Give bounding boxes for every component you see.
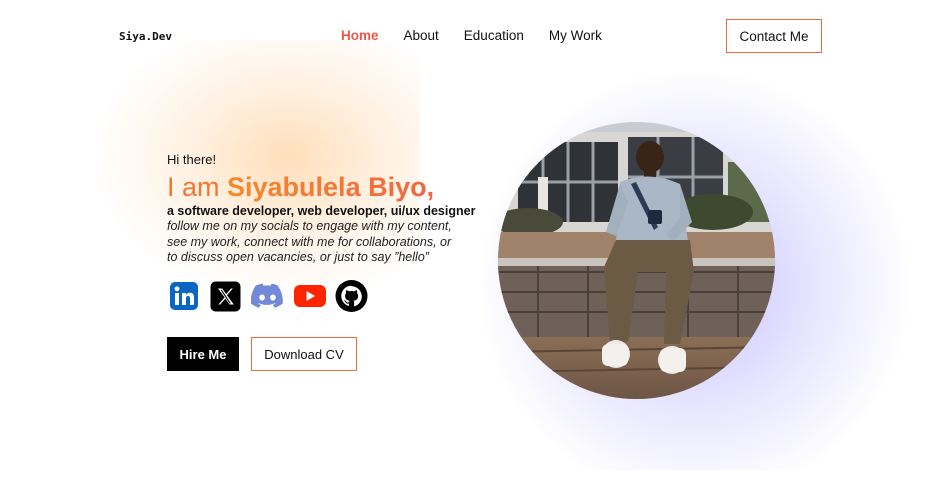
github-icon[interactable] — [335, 279, 368, 313]
headline-suffix: , — [426, 172, 435, 202]
nav-about[interactable]: About — [404, 28, 439, 43]
youtube-icon[interactable] — [293, 280, 326, 313]
hero-section: Hi there! I am Siyabulela Biyo, a softwa… — [167, 152, 497, 313]
greeting: Hi there! — [167, 152, 217, 167]
main-nav: Home About Education My Work — [341, 28, 627, 43]
discord-icon[interactable] — [251, 280, 284, 313]
social-links — [167, 279, 497, 313]
roles-text: a software developer, web developer, ui/… — [167, 204, 476, 218]
bio-line: see my work, connect with me for collabo… — [167, 234, 452, 249]
bio-line: follow me on my socials to engage with m… — [167, 219, 452, 233]
page-title: I am Siyabulela Biyo, — [167, 171, 497, 203]
nav-my-work[interactable]: My Work — [549, 28, 602, 43]
nav-education[interactable]: Education — [464, 28, 524, 43]
x-icon[interactable] — [209, 280, 242, 313]
linkedin-icon[interactable] — [167, 280, 200, 313]
hero-actions: Hire Me Download CV — [167, 337, 357, 371]
headline-prefix: I am — [167, 172, 228, 202]
hire-me-button[interactable]: Hire Me — [167, 337, 239, 371]
nav-home[interactable]: Home — [341, 28, 379, 43]
bio-text: follow me on my socials to engage with m… — [167, 219, 487, 266]
headline-name: Siyabulela Biyo — [227, 172, 427, 202]
bio-line: to discuss open vacancies, or just to sa… — [167, 250, 429, 264]
download-cv-button[interactable]: Download CV — [251, 337, 357, 371]
site-logo[interactable]: Siya.Dev — [119, 30, 172, 43]
contact-me-button[interactable]: Contact Me — [726, 19, 822, 53]
profile-photo — [498, 122, 775, 399]
